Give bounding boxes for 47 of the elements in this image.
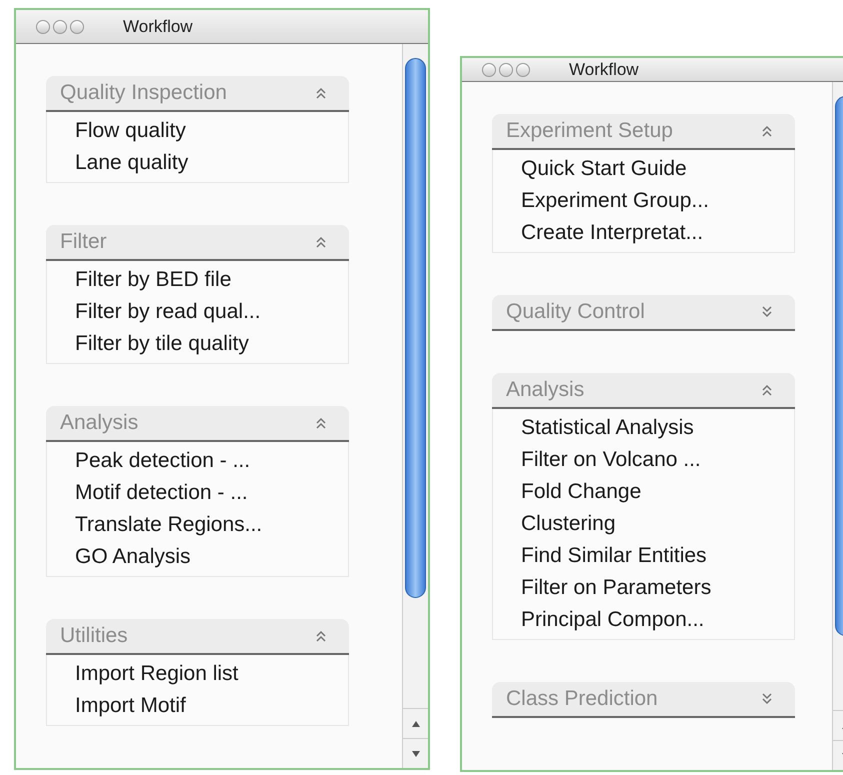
group-title: Filter [60, 229, 107, 256]
collapse-chevron-icon[interactable] [315, 235, 327, 249]
workflow-item[interactable]: Translate Regions... [47, 509, 348, 541]
workflow-item[interactable]: Filter by read qual... [47, 296, 348, 328]
window-control-icon[interactable] [516, 62, 530, 76]
workflow-item[interactable]: Create Interpretat... [493, 217, 794, 249]
collapse-chevron-icon[interactable] [761, 383, 773, 397]
workflow-item[interactable]: Lane quality [47, 147, 348, 179]
collapse-chevron-icon[interactable] [761, 124, 773, 138]
group-title: Quality Control [506, 299, 645, 326]
window-control-icon[interactable] [499, 62, 513, 76]
workflow-item[interactable]: GO Analysis [47, 541, 348, 573]
group-title: Quality Inspection [60, 80, 227, 106]
workflow-item[interactable]: Clustering [493, 508, 794, 540]
window-control-icon[interactable] [482, 62, 496, 76]
workflow-item[interactable]: Find Similar Entities [493, 540, 794, 572]
group-title: Class Prediction [506, 686, 658, 712]
scrollbar[interactable] [402, 44, 428, 768]
workflow-item[interactable]: Flow quality [47, 115, 348, 147]
workflow-item[interactable]: Quick Start Guide [493, 153, 794, 185]
collapse-chevron-icon[interactable] [315, 416, 327, 430]
workflow-item[interactable]: Motif detection - ... [47, 477, 348, 509]
group-title: Analysis [506, 377, 584, 404]
window-control-icon[interactable] [36, 20, 50, 34]
window-title: Workflow [123, 16, 193, 38]
workflow-item[interactable]: Filter by BED file [47, 264, 348, 296]
window-title: Workflow [569, 58, 639, 81]
workflow-item[interactable]: Filter by tile quality [47, 328, 348, 360]
workflow-item[interactable]: Experiment Group... [493, 185, 794, 217]
collapse-chevron-icon[interactable] [315, 86, 327, 100]
workflow-item[interactable]: Import Region list [47, 658, 348, 690]
workflow-item[interactable]: Principal Compon... [493, 604, 794, 636]
workflow-item[interactable]: Filter on Volcano ... [493, 444, 794, 476]
expand-chevron-icon[interactable] [761, 305, 773, 319]
workflow-item[interactable]: Filter on Parameters [493, 572, 794, 604]
workflow-item[interactable]: Peak detection - ... [47, 445, 348, 477]
expand-chevron-icon[interactable] [761, 692, 773, 706]
window-control-icon[interactable] [70, 20, 84, 34]
workflow-item[interactable]: Statistical Analysis [493, 412, 794, 444]
group-title: Experiment Setup [506, 118, 673, 144]
window-control-icon[interactable] [53, 20, 67, 34]
group-title: Analysis [60, 410, 138, 436]
workflow-item[interactable]: Fold Change [493, 476, 794, 508]
scrollbar-thumb[interactable] [405, 58, 426, 598]
group-title: Utilities [60, 623, 128, 650]
workflow-item[interactable]: Import Motif [47, 690, 348, 722]
collapse-chevron-icon[interactable] [315, 629, 327, 643]
